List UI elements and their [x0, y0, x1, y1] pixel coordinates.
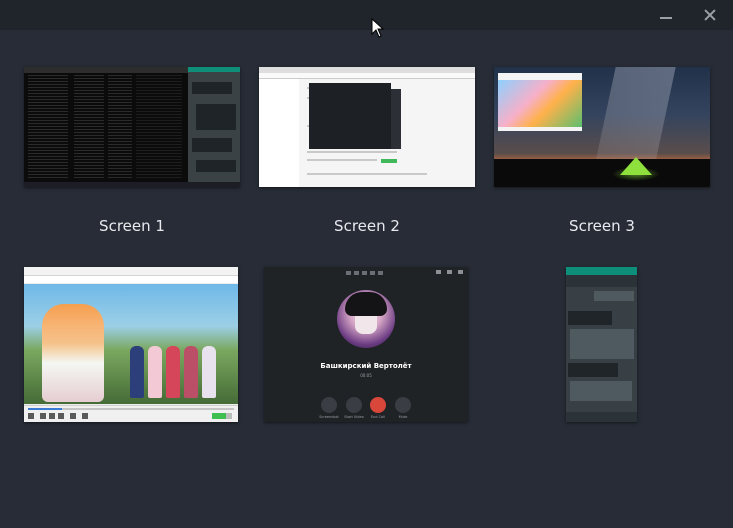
close-icon [458, 270, 463, 274]
video-frame [24, 284, 238, 404]
screen-3-label: Screen 3 [569, 217, 635, 235]
taskbar [24, 182, 240, 187]
chat-window-thumbnail[interactable] [566, 267, 637, 422]
minimize-icon [436, 270, 441, 274]
terminal-text [28, 75, 68, 179]
screen-1-label: Screen 1 [99, 217, 165, 235]
ground [494, 159, 710, 187]
previous-icon [40, 413, 46, 419]
next-icon [58, 413, 64, 419]
screen-3-thumbnail[interactable] [494, 67, 710, 187]
popup-window [309, 83, 391, 149]
call-top-icons [346, 271, 386, 275]
minimize-icon[interactable] [655, 5, 677, 25]
chat-panel [188, 72, 240, 182]
player-titlebar [24, 267, 238, 276]
video-player-window-thumbnail[interactable] [24, 267, 238, 422]
caller-name: Башкирский Вертолёт [320, 362, 412, 370]
play-icon [28, 413, 34, 419]
end-call-icon [370, 397, 386, 413]
terminal-text [108, 75, 132, 179]
screen-2-label: Screen 2 [334, 217, 400, 235]
tent [620, 157, 652, 175]
terminal-text [74, 75, 104, 179]
screenshot-icon [321, 397, 337, 413]
call-window-thumbnail[interactable]: Башкирский Вертолёт 00:05 Screenshot Sta… [264, 267, 468, 422]
chat-input [566, 412, 637, 422]
send-button [381, 159, 397, 163]
chat-header [566, 275, 637, 287]
playlist-icon [82, 413, 88, 419]
chat-titlebar [566, 267, 637, 275]
screen-1-thumbnail[interactable] [24, 67, 240, 187]
close-icon[interactable] [699, 5, 721, 25]
maximize-icon [447, 270, 452, 274]
terminal-text [136, 75, 182, 179]
browser-sidebar [259, 79, 299, 187]
window-titlebar [0, 0, 733, 30]
stop-icon [49, 413, 55, 419]
call-timer: 00:05 [360, 373, 372, 378]
video-frame [498, 80, 582, 127]
video-camera-icon [346, 397, 362, 413]
avatar [337, 290, 395, 348]
screen-2-thumbnail[interactable] [259, 67, 475, 187]
volume-slider [212, 413, 232, 419]
mute-label: Mute [398, 415, 408, 419]
microphone-icon [395, 397, 411, 413]
fullscreen-icon [70, 413, 76, 419]
player-menubar [24, 276, 238, 283]
